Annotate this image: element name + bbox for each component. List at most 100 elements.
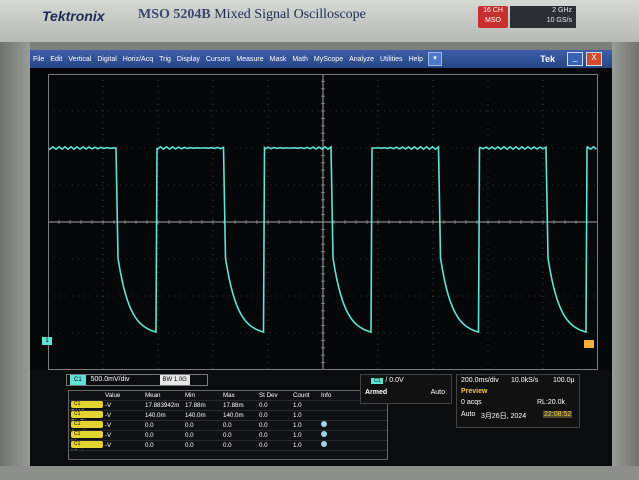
measurement-min: 0.0 — [185, 432, 194, 439]
brand-logo: Tektronix — [42, 8, 105, 24]
measurement-count: 1.0 — [293, 412, 302, 419]
channel1-badge: C1 — [70, 375, 86, 385]
measurement-min: 0.0 — [185, 422, 194, 429]
acquisition-mode: Auto — [461, 411, 476, 418]
menu-digital[interactable]: Digital — [94, 56, 119, 63]
measurement-stdev: 0.0 — [259, 412, 268, 419]
measurement-min: 17.88m — [185, 402, 206, 409]
menu-cursors[interactable]: Cursors — [203, 56, 234, 63]
trigger-level-marker[interactable] — [584, 340, 594, 348]
measurement-source-badge: C1 — [71, 431, 103, 438]
measurement-count: 1.0 — [293, 432, 302, 439]
info-icon — [321, 431, 327, 437]
measurement-source-badge: C1 — [71, 401, 103, 408]
waveform-graticule — [48, 74, 598, 370]
measurement-row[interactable]: C1Min* -V 0.0 0.0 0.0 0.0 1.0 — [69, 441, 387, 451]
channel-count-badge: 16 CH MSO — [478, 6, 508, 28]
trigger-source-badge: C1 — [371, 378, 384, 384]
menu-dropdown-icon[interactable]: ▾ — [427, 52, 442, 66]
measurement-mean: 140.0m — [145, 412, 166, 419]
menu-file[interactable]: File — [30, 56, 47, 63]
acquisition-count: 0 acqs — [461, 399, 482, 406]
measurement-row[interactable]: C1Pk-Pk -V 140.0m 140.0m 140.0m 0.0 1.0 — [69, 411, 387, 421]
measurement-min: 140.0m — [185, 412, 206, 419]
measurement-value: -V — [105, 432, 112, 439]
time-resolution: 100.0µ — [553, 377, 575, 384]
measurement-table[interactable]: Value Mean Min Max St Dev Count Info C1R… — [68, 390, 388, 460]
menu-vertical[interactable]: Vertical — [65, 56, 94, 63]
menu-edit[interactable]: Edit — [47, 56, 65, 63]
measurement-name: Min* — [71, 449, 83, 450]
menu-display[interactable]: Display — [174, 56, 203, 63]
bezel-left — [0, 42, 30, 480]
measurement-mean: 17.883942m — [145, 402, 180, 409]
close-button[interactable]: X — [586, 52, 602, 66]
measurement-max: 0.0 — [223, 432, 232, 439]
channel1-ground-marker[interactable]: 1 — [42, 337, 52, 345]
info-icon — [321, 441, 327, 447]
menu-help[interactable]: Help — [406, 56, 426, 63]
measurement-row[interactable]: C1RMS -V 17.883942m 17.88m 17.88m 0.0 1.0 — [69, 401, 387, 411]
menu-myscope[interactable]: MyScope — [311, 56, 346, 63]
menu-math[interactable]: Math — [289, 56, 311, 63]
measurement-value: -V — [105, 422, 112, 429]
bandwidth-limit-badge: BW 1.0G — [159, 375, 190, 385]
measurement-row[interactable]: C1Ampl -V 0.0 0.0 0.0 0.0 1.0 — [69, 421, 387, 431]
minimize-button[interactable]: _ — [567, 52, 583, 66]
menu-horiz-acq[interactable]: Horiz/Acq — [120, 56, 156, 63]
measurement-max: 0.0 — [223, 442, 232, 449]
menu-trig[interactable]: Trig — [156, 56, 174, 63]
measurement-max: 0.0 — [223, 422, 232, 429]
measurement-value: -V — [105, 442, 112, 449]
measurement-stdev: 0.0 — [259, 402, 268, 409]
measurement-mean: 0.0 — [145, 442, 154, 449]
measurement-name: Max — [71, 439, 83, 440]
measurement-count: 1.0 — [293, 442, 302, 449]
measurement-source-badge: C1 — [71, 441, 103, 448]
info-icon — [321, 421, 327, 427]
model-label: MSO 5204B Mixed Signal Oscilloscope — [138, 7, 366, 23]
status-area: C1 500.0mV/div BW 1.0G Value Mean Min Ma… — [30, 370, 612, 466]
date-label: 3月26日, 2024 — [481, 413, 527, 420]
measurement-max: 140.0m — [223, 412, 244, 419]
acquisition-status: Preview — [461, 388, 488, 395]
measurement-mean: 0.0 — [145, 432, 154, 439]
measurement-value: -V — [105, 402, 112, 409]
tek-logo: Tek — [540, 54, 555, 64]
measurement-row[interactable]: C1Max -V 0.0 0.0 0.0 0.0 1.0 — [69, 431, 387, 441]
record-length: RL:20.0k — [537, 399, 566, 406]
model-number: MSO 5204B — [138, 7, 211, 22]
menu-utilities[interactable]: Utilities — [377, 56, 406, 63]
measurement-name: Ampl — [71, 429, 85, 430]
measurement-value: -V — [105, 412, 112, 419]
time-label: 22:08:52 — [543, 411, 573, 418]
trigger-slope-icon: / — [385, 377, 388, 384]
acquisition-readout[interactable]: 200.0ms/div 10.0kS/s 100.0µ Preview 0 ac… — [456, 374, 580, 428]
menu-analyze[interactable]: Analyze — [346, 56, 377, 63]
front-panel-header: Tektronix MSO 5204B Mixed Signal Oscillo… — [0, 0, 639, 42]
trigger-mode: Auto — [430, 389, 445, 396]
menu-mask[interactable]: Mask — [267, 56, 290, 63]
trigger-readout[interactable]: C1 / 0.0V Armed Auto — [360, 374, 452, 404]
measurement-source-badge: C1 — [71, 421, 103, 428]
horizontal-scale: 200.0ms/div — [461, 377, 499, 384]
trigger-state: Armed — [365, 389, 388, 396]
channel1-volts-per-div: 500.0mV/div — [90, 376, 130, 383]
measurement-count: 1.0 — [293, 402, 302, 409]
bezel-bottom — [0, 466, 639, 480]
menu-measure[interactable]: Measure — [233, 56, 266, 63]
measurement-mean: 0.0 — [145, 422, 154, 429]
channel1-scale-readout[interactable]: C1 500.0mV/div BW 1.0G — [66, 374, 208, 386]
measurement-count: 1.0 — [293, 422, 302, 429]
measurement-max: 17.88m — [223, 402, 244, 409]
trigger-level: 0.0V — [389, 377, 404, 384]
measurement-source-badge: C1 — [71, 411, 103, 418]
measurement-header-row: Value Mean Min Max St Dev Count Info — [69, 391, 387, 401]
measurement-stdev: 0.0 — [259, 422, 268, 429]
measurement-stdev: 0.0 — [259, 432, 268, 439]
menu-bar: File Edit Vertical Digital Horiz/Acq Tri… — [30, 50, 612, 68]
bezel-right — [612, 42, 639, 480]
model-subtitle: Mixed Signal Oscilloscope — [214, 7, 366, 22]
measurement-name: Pk-Pk — [71, 419, 88, 420]
sample-rate: 10.0kS/s — [511, 377, 539, 384]
